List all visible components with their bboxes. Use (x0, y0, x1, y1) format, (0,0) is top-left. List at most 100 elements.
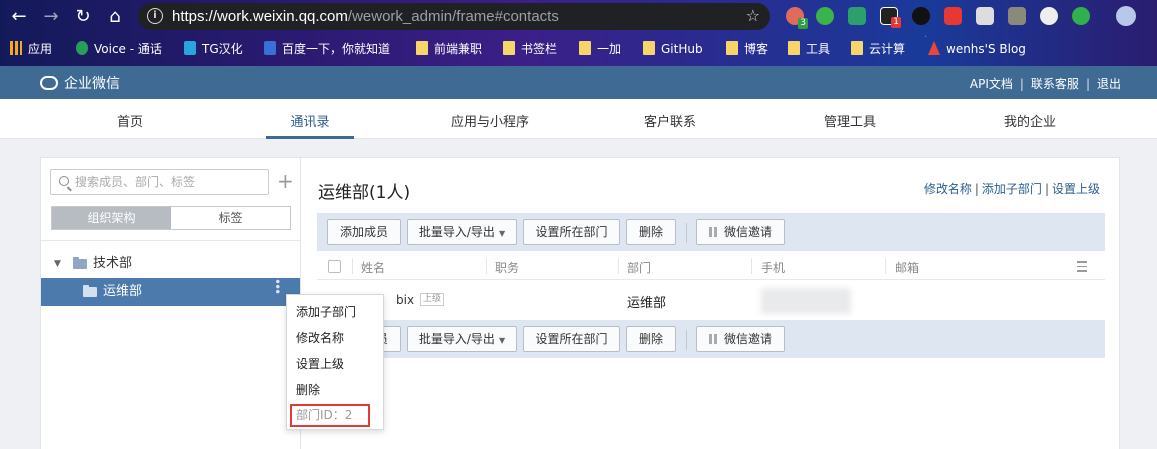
folder-icon (83, 285, 97, 297)
menu-delete[interactable]: 删除 (296, 381, 320, 398)
extension-icon[interactable] (1008, 7, 1026, 25)
tab-org-structure[interactable]: 组织架构 (52, 207, 171, 229)
add-member-button[interactable]: 添加成员 (327, 219, 401, 245)
tab-enterprise[interactable]: 我的企业 (1004, 111, 1056, 130)
batch-import-export-button[interactable]: 批量导入/导出 ▼ (407, 219, 517, 245)
dept-panel: 运维部(1人) 修改名称 | 添加子部门 | 设置上级 添加成员 批量导入/导出 ▼ 设置… (300, 157, 1120, 449)
column-settings-icon[interactable] (1077, 261, 1091, 272)
col-title[interactable]: 职务 (495, 259, 519, 276)
batch-import-export-button[interactable]: 批量导入/导出 ▼ (407, 326, 517, 352)
bookmark-folder[interactable]: 博客 (726, 40, 768, 58)
wechat-invite-button[interactable]: 微信邀请 (696, 219, 785, 245)
contact-support-link[interactable]: 联系客服 (1031, 77, 1079, 91)
col-name[interactable]: 姓名 (361, 259, 385, 276)
extension-icon[interactable] (816, 7, 834, 25)
extension-icon[interactable] (1072, 7, 1090, 25)
tab-customer[interactable]: 客户联系 (644, 111, 696, 130)
expand-triangle-icon[interactable]: ▼ (54, 250, 61, 278)
main-nav: 首页 通讯录 应用与小程序 客户联系 管理工具 我的企业 (0, 99, 1157, 139)
bookmark-folder[interactable]: 书签栏 (503, 40, 557, 58)
profile-avatar[interactable] (1116, 6, 1136, 26)
set-department-button[interactable]: 设置所在部门 (523, 326, 620, 352)
tab-home[interactable]: 首页 (117, 111, 143, 130)
back-icon[interactable]: ← (8, 6, 30, 28)
column-separator (751, 258, 752, 274)
header-links: API文档 | 联系客服 | 退出 (969, 77, 1121, 91)
extension-icon[interactable]: 3 (786, 7, 808, 29)
folder-icon (73, 257, 87, 269)
divider (686, 223, 687, 243)
extension-icon[interactable] (976, 7, 994, 25)
tree-item-ops[interactable]: 运维部 ••• (41, 278, 301, 306)
browser-chrome: ← → ↻ ⌂ i https://work.weixin.qq.com/wew… (0, 0, 1157, 66)
bookmark-folder[interactable]: 工具 (788, 40, 830, 58)
rename-link[interactable]: 修改名称 (924, 182, 972, 196)
tab-contacts[interactable]: 通讯录 (290, 111, 329, 130)
member-name[interactable]: bix (396, 293, 414, 307)
delete-button[interactable]: 删除 (626, 219, 676, 245)
member-phone-redacted (761, 288, 851, 314)
tree-item-label: 技术部 (93, 256, 133, 271)
menu-add-subdept[interactable]: 添加子部门 (296, 303, 356, 320)
bookmark-item[interactable]: 百度一下，你就知道 (264, 40, 390, 58)
search-input[interactable] (75, 173, 255, 191)
site-info-icon[interactable]: i (147, 8, 163, 24)
chat-bubble-icon (40, 76, 58, 90)
column-separator (352, 258, 353, 274)
set-department-button[interactable]: 设置所在部门 (523, 219, 620, 245)
bookmark-folder[interactable]: GitHub (643, 40, 703, 58)
wechat-invite-button[interactable]: 微信邀请 (696, 326, 785, 352)
column-separator (618, 258, 619, 274)
qr-icon (708, 227, 719, 237)
url-text[interactable]: https://work.weixin.qq.com/wework_admin/… (172, 8, 559, 25)
extension-icon[interactable] (944, 7, 962, 25)
select-all-checkbox[interactable] (328, 260, 341, 273)
bookmark-star-icon[interactable]: ☆ (746, 6, 760, 25)
home-icon[interactable]: ⌂ (104, 6, 126, 28)
bookmark-folder[interactable]: 一加 (579, 40, 621, 58)
reload-icon[interactable]: ↻ (72, 6, 94, 28)
tab-tags[interactable]: 标签 (171, 207, 290, 229)
bookmark-item[interactable]: wenhs'S Blog (928, 40, 1026, 58)
col-phone[interactable]: 手机 (761, 259, 785, 276)
app-logo[interactable]: 企业微信 (40, 73, 120, 93)
menu-rename[interactable]: 修改名称 (296, 329, 344, 346)
extension-icon[interactable] (848, 7, 866, 25)
api-docs-link[interactable]: API文档 (970, 77, 1013, 91)
extension-icon[interactable] (912, 7, 930, 25)
member-dept: 运维部 (627, 296, 667, 311)
bookmark-folder[interactable]: 云计算 (851, 40, 905, 58)
more-icon[interactable]: ••• (263, 278, 291, 293)
tab-tools[interactable]: 管理工具 (824, 111, 876, 130)
menu-set-parent[interactable]: 设置上级 (296, 355, 344, 372)
set-parent-link[interactable]: 设置上级 (1052, 182, 1100, 196)
column-separator (885, 258, 886, 274)
dept-actions: 修改名称 | 添加子部门 | 设置上级 (923, 182, 1100, 196)
add-subdept-link[interactable]: 添加子部门 (982, 182, 1042, 196)
extension-icon[interactable] (1040, 7, 1058, 25)
col-dept[interactable]: 部门 (627, 259, 651, 276)
toolbar-top: 添加成员 批量导入/导出 ▼ 设置所在部门 删除 微信邀请 (317, 213, 1105, 251)
qr-icon (708, 334, 719, 344)
extension-icon[interactable]: 1 (880, 7, 901, 28)
tree-item-tech[interactable]: ▼ 技术部 (41, 250, 301, 278)
column-separator (486, 258, 487, 274)
address-bar[interactable]: i https://work.weixin.qq.com/wework_admi… (138, 3, 770, 30)
bookmarks-bar: 应用 Voice - 通话 TG汉化 百度一下，你就知道 前端兼职 书签栏 一加… (0, 36, 1157, 62)
bookmark-apps[interactable]: 应用 (10, 40, 52, 58)
delete-button[interactable]: 删除 (626, 326, 676, 352)
view-switcher: 组织架构 标签 (51, 206, 291, 230)
table-header: 姓名 职务 部门 手机 邮箱 (317, 253, 1105, 280)
logout-link[interactable]: 退出 (1097, 77, 1121, 91)
table-row[interactable]: bix 上级 运维部 (317, 280, 1105, 320)
col-email[interactable]: 邮箱 (895, 259, 919, 276)
search-icon (59, 176, 69, 186)
tab-apps[interactable]: 应用与小程序 (451, 111, 529, 130)
add-icon[interactable]: + (277, 171, 294, 191)
bookmark-folder[interactable]: 前端兼职 (416, 40, 482, 58)
forward-icon[interactable]: → (40, 6, 62, 28)
dept-title: 运维部(1人) (318, 183, 411, 203)
dept-context-menu: 添加子部门 修改名称 设置上级 删除 部门ID：2 (286, 294, 384, 430)
bookmark-item[interactable]: Voice - 通话 (76, 40, 162, 58)
bookmark-item[interactable]: TG汉化 (184, 40, 243, 58)
